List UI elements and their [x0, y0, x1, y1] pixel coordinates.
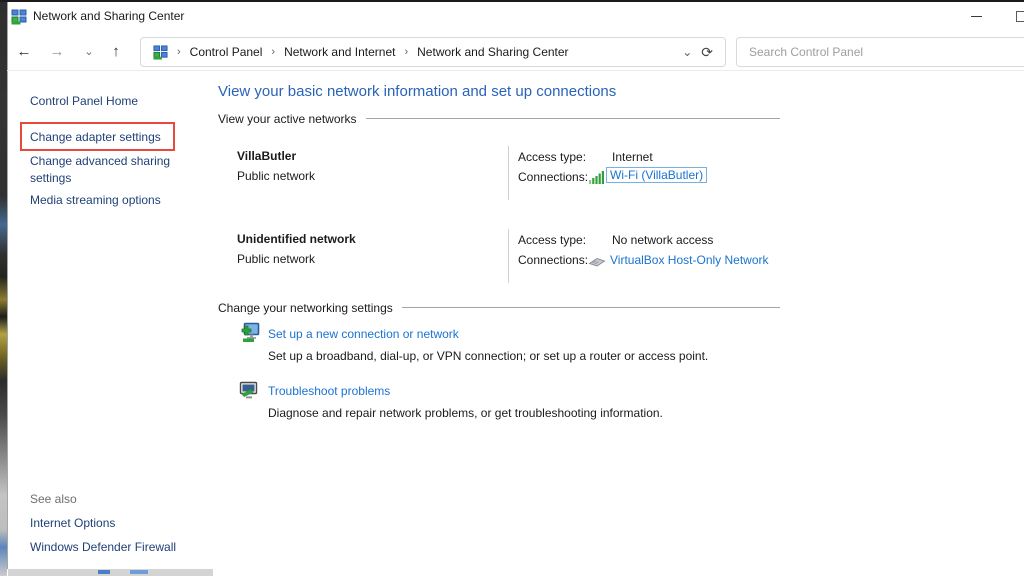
- troubleshoot-problems-link[interactable]: Troubleshoot problems: [268, 384, 390, 398]
- address-location-icon: [153, 45, 168, 60]
- up-button[interactable]: ↑: [103, 40, 129, 64]
- network-divider: [508, 146, 509, 200]
- address-dropdown-icon[interactable]: ⌄: [682, 45, 692, 59]
- ethernet-icon: [588, 256, 606, 271]
- network-sharing-center-icon: [11, 9, 27, 28]
- network-category: Public network: [237, 169, 315, 183]
- active-networks-section-label: View your active networks: [218, 112, 357, 126]
- breadcrumb-control-panel[interactable]: Control Panel: [190, 45, 263, 59]
- sidebar-item-internet-options[interactable]: Internet Options: [30, 516, 115, 530]
- breadcrumb-separator: ›: [404, 46, 408, 58]
- section-rule: [402, 307, 780, 308]
- sidebar-item-media-streaming-options[interactable]: Media streaming options: [30, 193, 161, 207]
- desktop-edge-strip: [0, 0, 7, 576]
- back-button[interactable]: ←: [11, 40, 37, 64]
- window-title: Network and Sharing Center: [33, 9, 184, 23]
- window-top-border: [0, 0, 1024, 2]
- network-divider: [508, 229, 509, 283]
- access-type-label: Access type:: [518, 233, 586, 247]
- settings-section-label: Change your networking settings: [218, 301, 393, 315]
- connections-label: Connections:: [518, 253, 588, 267]
- breadcrumb-network-and-sharing-center[interactable]: Network and Sharing Center: [417, 45, 568, 59]
- network-name: VillaButler: [237, 149, 296, 163]
- background-icon-fragment: [98, 570, 110, 574]
- annotation-highlight-box: [20, 122, 175, 151]
- navbar-divider: [7, 70, 1024, 71]
- network-category: Public network: [237, 252, 315, 266]
- section-rule: [366, 118, 780, 119]
- troubleshoot-icon: [238, 380, 260, 405]
- sidebar-item-change-advanced-sharing-settings[interactable]: Change advanced sharing settings: [30, 153, 182, 187]
- breadcrumb-network-and-internet[interactable]: Network and Internet: [284, 45, 395, 59]
- access-type-value: Internet: [612, 150, 653, 164]
- background-icon-fragment: [130, 570, 148, 574]
- virtualbox-connection-link[interactable]: VirtualBox Host-Only Network: [610, 253, 769, 267]
- connections-label: Connections:: [518, 170, 588, 184]
- settings-section-header: Change your networking settings: [218, 300, 780, 315]
- sidebar-item-windows-defender-firewall[interactable]: Windows Defender Firewall: [30, 540, 176, 554]
- address-bar[interactable]: › Control Panel › Network and Internet ›…: [140, 37, 726, 67]
- access-type-value: No network access: [612, 233, 713, 247]
- new-connection-icon: [238, 322, 260, 347]
- setup-new-connection-link[interactable]: Set up a new connection or network: [268, 327, 459, 341]
- maximize-icon: [1016, 11, 1024, 22]
- network-name: Unidentified network: [237, 232, 356, 246]
- background-window-edge: [8, 569, 213, 576]
- access-type-label: Access type:: [518, 150, 586, 164]
- troubleshoot-description: Diagnose and repair network problems, or…: [268, 406, 663, 420]
- breadcrumb-separator: ›: [271, 46, 275, 58]
- breadcrumb-separator: ›: [177, 46, 181, 58]
- search-input[interactable]: [736, 37, 1024, 67]
- see-also-heading: See also: [30, 492, 77, 506]
- setup-new-connection-description: Set up a broadband, dial-up, or VPN conn…: [268, 349, 708, 363]
- wifi-signal-icon: [589, 171, 605, 187]
- wifi-connection-focus-box: Wi-Fi (VillaButler): [606, 167, 707, 183]
- page-title: View your basic network information and …: [218, 83, 616, 100]
- active-networks-section-header: View your active networks: [218, 111, 780, 126]
- recent-locations-dropdown[interactable]: ⌄: [76, 40, 102, 64]
- wifi-connection-link[interactable]: Wi-Fi (VillaButler): [610, 168, 703, 182]
- forward-button[interactable]: →: [44, 40, 70, 64]
- minimize-icon: [971, 16, 982, 17]
- sidebar-item-control-panel-home[interactable]: Control Panel Home: [30, 94, 138, 108]
- refresh-icon[interactable]: ⟳: [701, 44, 713, 61]
